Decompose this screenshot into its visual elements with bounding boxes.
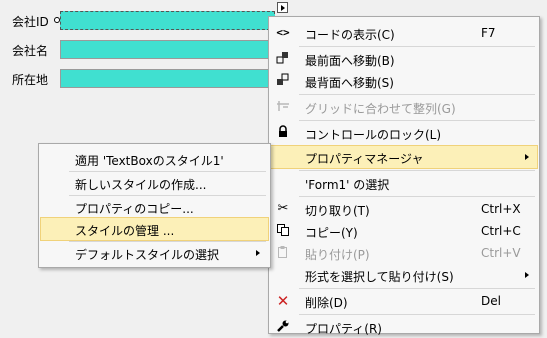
company-id-textbox[interactable] — [60, 11, 275, 30]
submenu-item-manage-styles[interactable]: スタイルの管理 ... — [40, 217, 269, 241]
delete-icon: ✕ — [276, 292, 290, 310]
smart-tag-button[interactable] — [277, 2, 288, 13]
menu-item-cut[interactable]: ✂ 切り取り(T) Ctrl+X — [271, 198, 537, 220]
selection-handle[interactable] — [54, 17, 60, 23]
menu-item-property-manager[interactable]: プロパティマネージャ — [270, 145, 538, 169]
submenu-arrow-icon — [525, 154, 529, 160]
submenu-arrow-icon — [525, 272, 529, 278]
menu-item-lock-controls[interactable]: コントロールのロック(L) — [271, 122, 537, 144]
submenu-item-create-style[interactable]: 新しいスタイルの作成... — [41, 172, 268, 194]
menu-item-select-form1[interactable]: 'Form1' の選択 — [271, 172, 537, 194]
wrench-icon — [275, 319, 291, 335]
menu-item-paste-special[interactable]: 形式を選択して貼り付け(S) — [271, 264, 537, 286]
context-menu: <> コードの表示(C) F7 最前面へ移動(B) 最背面へ移動(S) グリッド… — [268, 16, 540, 336]
company-name-textbox[interactable] — [60, 40, 278, 59]
align-to-grid-icon — [275, 99, 291, 115]
menu-item-properties[interactable]: プロパティ(R) — [271, 316, 537, 338]
menu-item-align-to-grid[interactable]: グリッドに合わせて整列(G) — [271, 96, 537, 118]
submenu-item-apply-style[interactable]: 適用 'TextBoxのスタイル1' — [41, 148, 268, 170]
field-label-company-name: 会社名 — [12, 44, 49, 58]
menu-item-send-to-back[interactable]: 最背面へ移動(S) — [271, 70, 537, 92]
code-icon: <> — [276, 26, 290, 39]
paste-icon — [275, 245, 291, 261]
send-to-back-icon — [275, 73, 291, 89]
menu-item-bring-to-front[interactable]: 最前面へ移動(B) — [271, 48, 537, 70]
menu-item-copy[interactable]: コピー(Y) Ctrl+C — [271, 220, 537, 242]
field-label-address: 所在地 — [12, 73, 49, 87]
property-manager-submenu: 適用 'TextBoxのスタイル1' 新しいスタイルの作成... プロパティのコ… — [38, 143, 271, 268]
cut-icon: ✂ — [277, 201, 289, 216]
bring-to-front-icon — [275, 51, 291, 67]
copy-icon — [275, 223, 291, 239]
submenu-item-copy-properties[interactable]: プロパティのコピー... — [41, 196, 268, 218]
field-label-company-id: 会社ID — [12, 15, 49, 29]
lock-icon — [275, 125, 291, 141]
submenu-arrow-icon — [256, 250, 260, 256]
submenu-item-select-default-style[interactable]: デフォルトスタイルの選択 — [41, 242, 268, 264]
address-textbox[interactable] — [60, 69, 278, 88]
menu-item-delete[interactable]: ✕ 削除(D) Del — [271, 290, 537, 312]
menu-item-paste[interactable]: 貼り付け(P) Ctrl+V — [271, 242, 537, 264]
menu-item-view-code[interactable]: <> コードの表示(C) F7 — [271, 22, 537, 44]
